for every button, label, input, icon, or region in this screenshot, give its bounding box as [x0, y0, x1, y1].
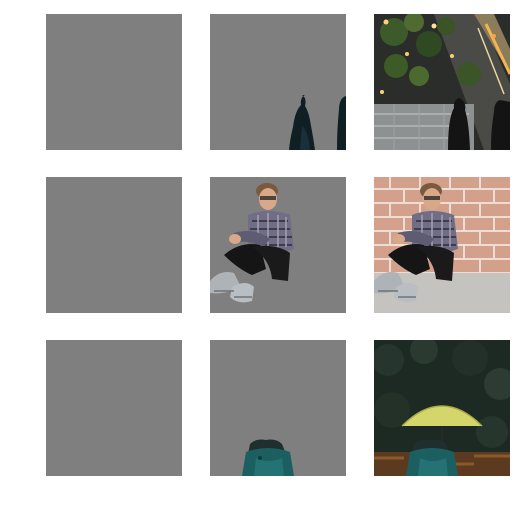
person-teal-coat-image: [210, 340, 346, 476]
tile-row3-mask: [210, 340, 346, 476]
tile-row3-blank: [46, 340, 182, 476]
tile-row2-mask: [210, 177, 346, 313]
seated-man-image: [210, 177, 346, 313]
image-grid: [0, 0, 520, 510]
tile-row2-blank: [46, 177, 182, 313]
tile-row1-mask: [210, 14, 346, 150]
people-silhouettes-image: [210, 14, 346, 150]
tile-row1-photo: [374, 14, 510, 150]
person-yellow-umbrella-forest-image: [374, 340, 510, 476]
aerial-city-street-image: [374, 14, 510, 150]
tile-row3-photo: [374, 340, 510, 476]
tile-row2-photo: [374, 177, 510, 313]
seated-man-brick-wall-image: [374, 177, 510, 313]
tile-row1-blank: [46, 14, 182, 150]
